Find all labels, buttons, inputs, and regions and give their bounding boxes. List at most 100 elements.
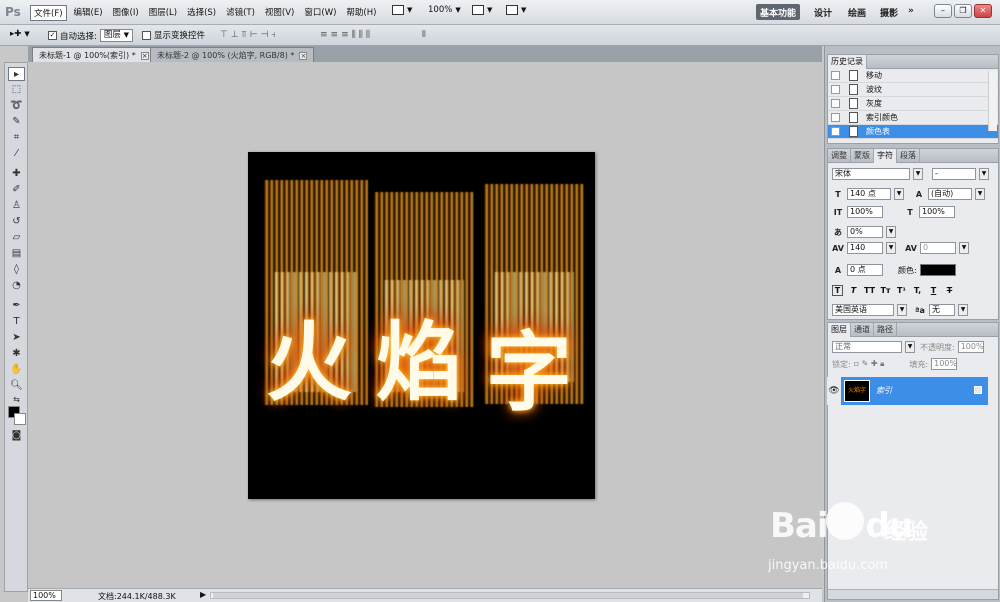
status-menu-arrow-icon[interactable]: ▶ bbox=[200, 590, 206, 599]
auto-select-checkbox[interactable]: ✓ bbox=[48, 31, 57, 40]
path-select-tool-icon[interactable]: ➤ bbox=[8, 331, 25, 345]
scrollbar-thumb[interactable] bbox=[213, 593, 803, 598]
quick-mask-icon[interactable]: ◙ bbox=[8, 429, 25, 443]
swap-colors-icon[interactable]: ⇆ bbox=[8, 393, 25, 407]
tool-preset-picker[interactable]: ▸✚ ▼ bbox=[10, 29, 30, 39]
screen-layout-dropdown[interactable]: ▼ bbox=[506, 5, 526, 15]
menu-help[interactable]: 帮助(H) bbox=[343, 5, 379, 21]
menu-edit[interactable]: 编辑(E) bbox=[71, 5, 106, 21]
chevron-down-icon[interactable]: ▼ bbox=[979, 168, 989, 180]
eye-icon[interactable]: 👁︎ bbox=[827, 377, 841, 405]
background-color-swatch[interactable] bbox=[14, 413, 26, 425]
snapshot-source-box[interactable] bbox=[831, 99, 840, 108]
chevron-down-icon[interactable]: ▼ bbox=[897, 304, 907, 316]
close-icon[interactable]: × bbox=[299, 52, 308, 60]
pen-tool-icon[interactable]: ✒ bbox=[8, 299, 25, 313]
opacity-field[interactable]: 100% bbox=[957, 341, 984, 353]
language-dropdown[interactable]: 美国英语 bbox=[832, 304, 894, 316]
tracking-field[interactable]: 140 bbox=[847, 242, 883, 254]
faux-bold-button[interactable]: T bbox=[832, 284, 843, 296]
history-item[interactable]: 移动 bbox=[828, 69, 998, 83]
layer-row[interactable]: 👁︎ 火焰字 索引 bbox=[827, 377, 988, 405]
eyedropper-tool-icon[interactable]: ⁄ bbox=[8, 147, 25, 161]
dodge-tool-icon[interactable]: ◔ bbox=[8, 279, 25, 293]
menu-file[interactable]: 文件(F) bbox=[30, 5, 67, 21]
close-icon[interactable]: ✕ bbox=[974, 4, 992, 18]
snapshot-source-box[interactable] bbox=[831, 85, 840, 94]
quick-select-tool-icon[interactable]: ✎ bbox=[8, 115, 25, 129]
chevron-down-icon[interactable]: ▼ bbox=[958, 304, 968, 316]
baseline-shift-field[interactable]: 0 点 bbox=[847, 264, 883, 276]
menu-layer[interactable]: 图层(L) bbox=[146, 5, 180, 21]
all-caps-button[interactable]: TT bbox=[864, 286, 875, 295]
chevron-down-icon[interactable]: ▼ bbox=[894, 188, 904, 200]
brush-tool-icon[interactable]: ✐ bbox=[8, 183, 25, 197]
faux-italic-button[interactable]: T bbox=[848, 286, 859, 295]
tsume-field[interactable]: 0% bbox=[847, 226, 883, 238]
healing-brush-tool-icon[interactable]: ✚ bbox=[8, 167, 25, 181]
tab-channels[interactable]: 通道 bbox=[851, 323, 874, 337]
hand-tool-icon[interactable]: ✋ bbox=[8, 363, 25, 377]
minimize-icon[interactable]: – bbox=[934, 4, 952, 18]
auto-select-dropdown[interactable]: 图层 ▼ bbox=[99, 29, 133, 42]
history-item[interactable]: 灰度 bbox=[828, 97, 998, 111]
chevron-down-icon[interactable]: ▼ bbox=[913, 168, 923, 180]
chevron-down-icon[interactable]: ▼ bbox=[975, 188, 985, 200]
marquee-tool-icon[interactable]: ⬚ bbox=[8, 83, 25, 97]
arrange-docs-dropdown[interactable]: ▼ bbox=[472, 5, 492, 15]
zoom-dropdown[interactable]: 100% ▼ bbox=[428, 5, 461, 15]
crop-tool-icon[interactable]: ⌗ bbox=[8, 131, 25, 145]
vertical-scale-field[interactable]: 100% bbox=[847, 206, 883, 218]
tab-adjustments[interactable]: 调整 bbox=[828, 149, 851, 163]
eraser-tool-icon[interactable]: ▱ bbox=[8, 231, 25, 245]
zoom-tool-icon[interactable]: 🔍︎ bbox=[8, 379, 25, 393]
font-family-dropdown[interactable]: 宋体 bbox=[832, 168, 910, 180]
history-item-selected[interactable]: 颜色表 bbox=[828, 125, 998, 139]
snapshot-source-box[interactable] bbox=[831, 113, 840, 122]
more-workspaces-button[interactable]: » bbox=[904, 4, 918, 20]
chevron-down-icon[interactable]: ▼ bbox=[886, 242, 896, 254]
blend-mode-dropdown[interactable]: 正常 bbox=[832, 341, 902, 353]
tab-masks[interactable]: 蒙版 bbox=[851, 149, 874, 163]
blur-tool-icon[interactable]: ◊ bbox=[8, 263, 25, 277]
workspace-photography[interactable]: 摄影 bbox=[876, 4, 902, 20]
workspace-essentials[interactable]: 基本功能 bbox=[756, 4, 801, 20]
screen-mode-dropdown[interactable]: ▼ bbox=[392, 5, 412, 15]
menu-filter[interactable]: 滤镜(T) bbox=[223, 5, 258, 21]
kerning-field[interactable]: 0 bbox=[920, 242, 956, 254]
history-scrollbar[interactable] bbox=[988, 71, 997, 131]
superscript-button[interactable]: T¹ bbox=[896, 286, 907, 295]
restore-icon[interactable]: ❐ bbox=[954, 4, 972, 18]
workspace-design[interactable]: 设计 bbox=[810, 4, 836, 20]
leading-field[interactable]: (自动) bbox=[928, 188, 972, 200]
chevron-down-icon[interactable]: ▼ bbox=[886, 226, 896, 238]
workspace-painting[interactable]: 绘画 bbox=[844, 4, 870, 20]
chevron-down-icon[interactable]: ▼ bbox=[959, 242, 969, 254]
snapshot-source-box[interactable] bbox=[831, 71, 840, 80]
history-brush-tool-icon[interactable]: ↺ bbox=[8, 215, 25, 229]
menu-image[interactable]: 图像(I) bbox=[110, 5, 142, 21]
tab-paths[interactable]: 路径 bbox=[874, 323, 897, 337]
shape-tool-icon[interactable]: ✱ bbox=[8, 347, 25, 361]
tab-character[interactable]: 字符 bbox=[874, 149, 897, 163]
subscript-button[interactable]: T, bbox=[912, 286, 923, 295]
lasso-tool-icon[interactable]: ➰ bbox=[8, 99, 25, 113]
move-tool-icon[interactable]: ▸ bbox=[8, 67, 25, 81]
show-transform-checkbox[interactable] bbox=[142, 30, 151, 40]
antialias-dropdown[interactable]: 无 bbox=[929, 304, 955, 316]
tab-layers[interactable]: 图层 bbox=[828, 323, 851, 337]
font-size-field[interactable]: 140 点 bbox=[847, 188, 891, 200]
horizontal-scrollbar[interactable] bbox=[210, 592, 810, 599]
history-item[interactable]: 索引颜色 bbox=[828, 111, 998, 125]
align-buttons-icon[interactable]: ⊤⊥⫪⊢⊣⫞ bbox=[220, 30, 278, 40]
text-color-swatch[interactable] bbox=[919, 264, 956, 276]
clone-stamp-tool-icon[interactable]: ♙ bbox=[8, 199, 25, 213]
document-canvas[interactable]: 火 焰 字 bbox=[248, 152, 595, 499]
gradient-tool-icon[interactable]: ▤ bbox=[8, 247, 25, 261]
tab-paragraph[interactable]: 段落 bbox=[897, 149, 920, 163]
strikethrough-button[interactable]: T bbox=[944, 286, 955, 295]
menu-select[interactable]: 选择(S) bbox=[184, 5, 219, 21]
type-tool-icon[interactable]: T bbox=[8, 315, 25, 329]
small-caps-button[interactable]: Tт bbox=[880, 286, 891, 295]
tab-history[interactable]: 历史记录 bbox=[828, 55, 867, 69]
